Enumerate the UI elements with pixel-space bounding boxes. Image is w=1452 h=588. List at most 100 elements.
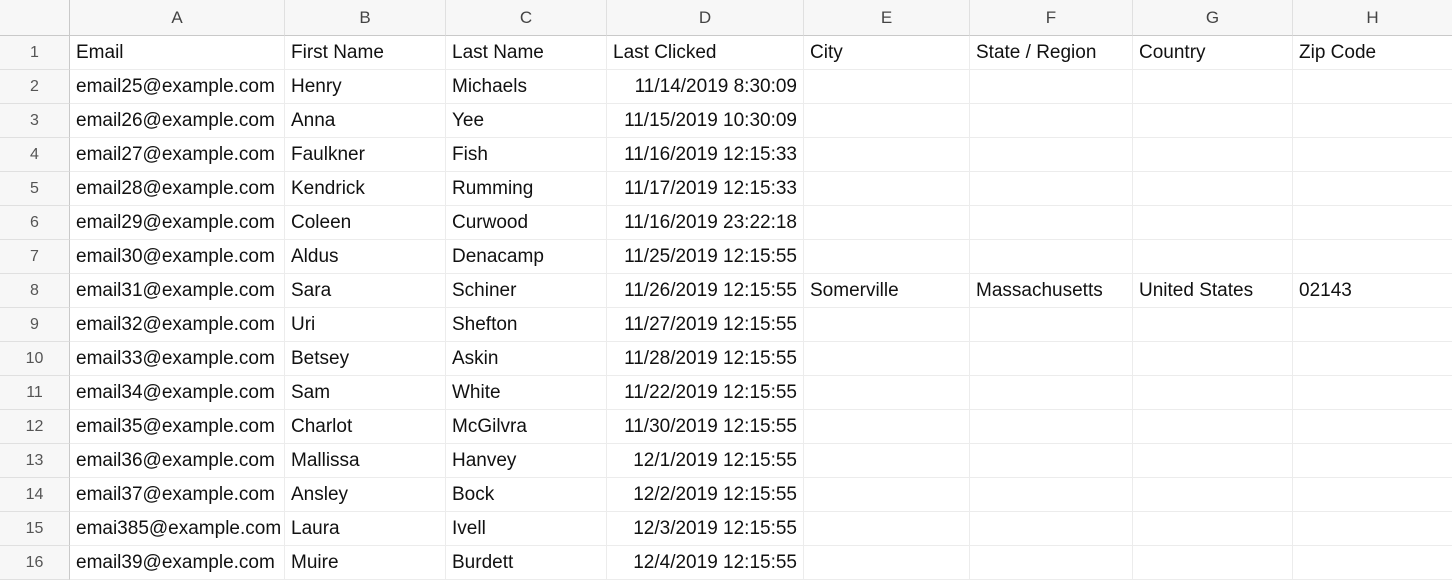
col-header-D[interactable]: D [607,0,804,36]
row-header-4[interactable]: 4 [0,138,70,172]
cell-D5[interactable]: 11/17/2019 12:15:33 [607,172,804,206]
cell-H9[interactable] [1293,308,1452,342]
cell-G3[interactable] [1133,104,1293,138]
cell-G15[interactable] [1133,512,1293,546]
cell-E11[interactable] [804,376,970,410]
cell-D8[interactable]: 11/26/2019 12:15:55 [607,274,804,308]
cell-H6[interactable] [1293,206,1452,240]
cell-F4[interactable] [970,138,1133,172]
cell-B11[interactable]: Sam [285,376,446,410]
row-header-12[interactable]: 12 [0,410,70,444]
cell-H7[interactable] [1293,240,1452,274]
cell-E3[interactable] [804,104,970,138]
cell-B1[interactable]: First Name [285,36,446,70]
cell-C4[interactable]: Fish [446,138,607,172]
cell-F2[interactable] [970,70,1133,104]
cell-B9[interactable]: Uri [285,308,446,342]
cell-H15[interactable] [1293,512,1452,546]
row-header-10[interactable]: 10 [0,342,70,376]
col-header-G[interactable]: G [1133,0,1293,36]
cell-D9[interactable]: 11/27/2019 12:15:55 [607,308,804,342]
cell-G9[interactable] [1133,308,1293,342]
cell-H4[interactable] [1293,138,1452,172]
cell-F14[interactable] [970,478,1133,512]
cell-G12[interactable] [1133,410,1293,444]
cell-H8[interactable]: 02143 [1293,274,1452,308]
cell-F9[interactable] [970,308,1133,342]
cell-A15[interactable]: emai385@example.com [70,512,285,546]
cell-B15[interactable]: Laura [285,512,446,546]
cell-C8[interactable]: Schiner [446,274,607,308]
cell-B5[interactable]: Kendrick [285,172,446,206]
cell-G1[interactable]: Country [1133,36,1293,70]
cell-F8[interactable]: Massachusetts [970,274,1133,308]
cell-F15[interactable] [970,512,1133,546]
cell-E1[interactable]: City [804,36,970,70]
cell-H13[interactable] [1293,444,1452,478]
cell-D13[interactable]: 12/1/2019 12:15:55 [607,444,804,478]
cell-E7[interactable] [804,240,970,274]
cell-G7[interactable] [1133,240,1293,274]
cell-F3[interactable] [970,104,1133,138]
cell-B13[interactable]: Mallissa [285,444,446,478]
cell-F1[interactable]: State / Region [970,36,1133,70]
cell-C11[interactable]: White [446,376,607,410]
cell-B14[interactable]: Ansley [285,478,446,512]
cell-D14[interactable]: 12/2/2019 12:15:55 [607,478,804,512]
cell-E16[interactable] [804,546,970,580]
cell-F16[interactable] [970,546,1133,580]
cell-H11[interactable] [1293,376,1452,410]
cell-B10[interactable]: Betsey [285,342,446,376]
cell-D11[interactable]: 11/22/2019 12:15:55 [607,376,804,410]
cell-D3[interactable]: 11/15/2019 10:30:09 [607,104,804,138]
cell-H3[interactable] [1293,104,1452,138]
cell-C1[interactable]: Last Name [446,36,607,70]
cell-G4[interactable] [1133,138,1293,172]
cell-F7[interactable] [970,240,1133,274]
cell-E14[interactable] [804,478,970,512]
cell-G5[interactable] [1133,172,1293,206]
cell-F11[interactable] [970,376,1133,410]
cell-C9[interactable]: Shefton [446,308,607,342]
cell-C6[interactable]: Curwood [446,206,607,240]
cell-D12[interactable]: 11/30/2019 12:15:55 [607,410,804,444]
cell-A1[interactable]: Email [70,36,285,70]
cell-C10[interactable]: Askin [446,342,607,376]
cell-E10[interactable] [804,342,970,376]
row-header-8[interactable]: 8 [0,274,70,308]
cell-H5[interactable] [1293,172,1452,206]
cell-B7[interactable]: Aldus [285,240,446,274]
cell-E13[interactable] [804,444,970,478]
row-header-7[interactable]: 7 [0,240,70,274]
cell-C7[interactable]: Denacamp [446,240,607,274]
cell-C3[interactable]: Yee [446,104,607,138]
cell-G6[interactable] [1133,206,1293,240]
cell-E15[interactable] [804,512,970,546]
cell-G13[interactable] [1133,444,1293,478]
cell-A9[interactable]: email32@example.com [70,308,285,342]
col-header-B[interactable]: B [285,0,446,36]
cell-E5[interactable] [804,172,970,206]
cell-C2[interactable]: Michaels [446,70,607,104]
cell-B4[interactable]: Faulkner [285,138,446,172]
cell-A7[interactable]: email30@example.com [70,240,285,274]
cell-D7[interactable]: 11/25/2019 12:15:55 [607,240,804,274]
col-header-C[interactable]: C [446,0,607,36]
cell-G16[interactable] [1133,546,1293,580]
cell-H16[interactable] [1293,546,1452,580]
cell-D6[interactable]: 11/16/2019 23:22:18 [607,206,804,240]
cell-D1[interactable]: Last Clicked [607,36,804,70]
row-header-14[interactable]: 14 [0,478,70,512]
cell-E4[interactable] [804,138,970,172]
cell-A6[interactable]: email29@example.com [70,206,285,240]
cell-F6[interactable] [970,206,1133,240]
cell-B6[interactable]: Coleen [285,206,446,240]
cell-E8[interactable]: Somerville [804,274,970,308]
cell-F12[interactable] [970,410,1133,444]
cell-B8[interactable]: Sara [285,274,446,308]
col-header-E[interactable]: E [804,0,970,36]
cell-B3[interactable]: Anna [285,104,446,138]
cell-D16[interactable]: 12/4/2019 12:15:55 [607,546,804,580]
cell-A16[interactable]: email39@example.com [70,546,285,580]
cell-E12[interactable] [804,410,970,444]
